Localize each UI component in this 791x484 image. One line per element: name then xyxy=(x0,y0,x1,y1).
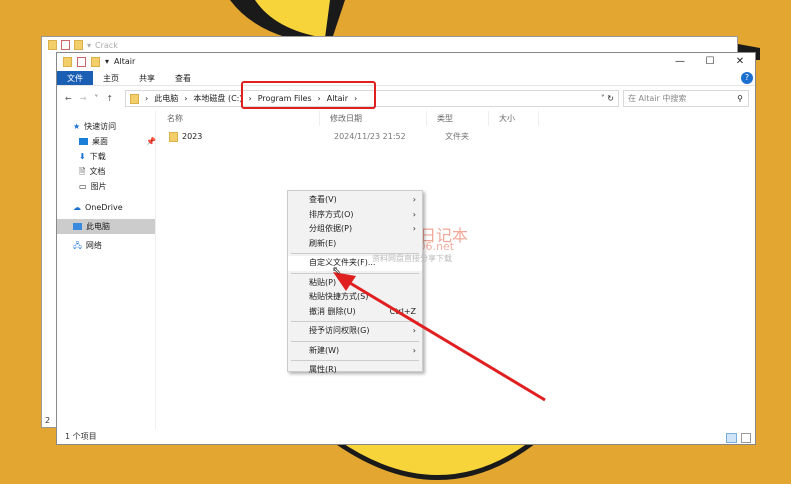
red-arrow-annotation xyxy=(333,272,546,402)
mouse-cursor-icon: ⇖ xyxy=(332,264,342,277)
